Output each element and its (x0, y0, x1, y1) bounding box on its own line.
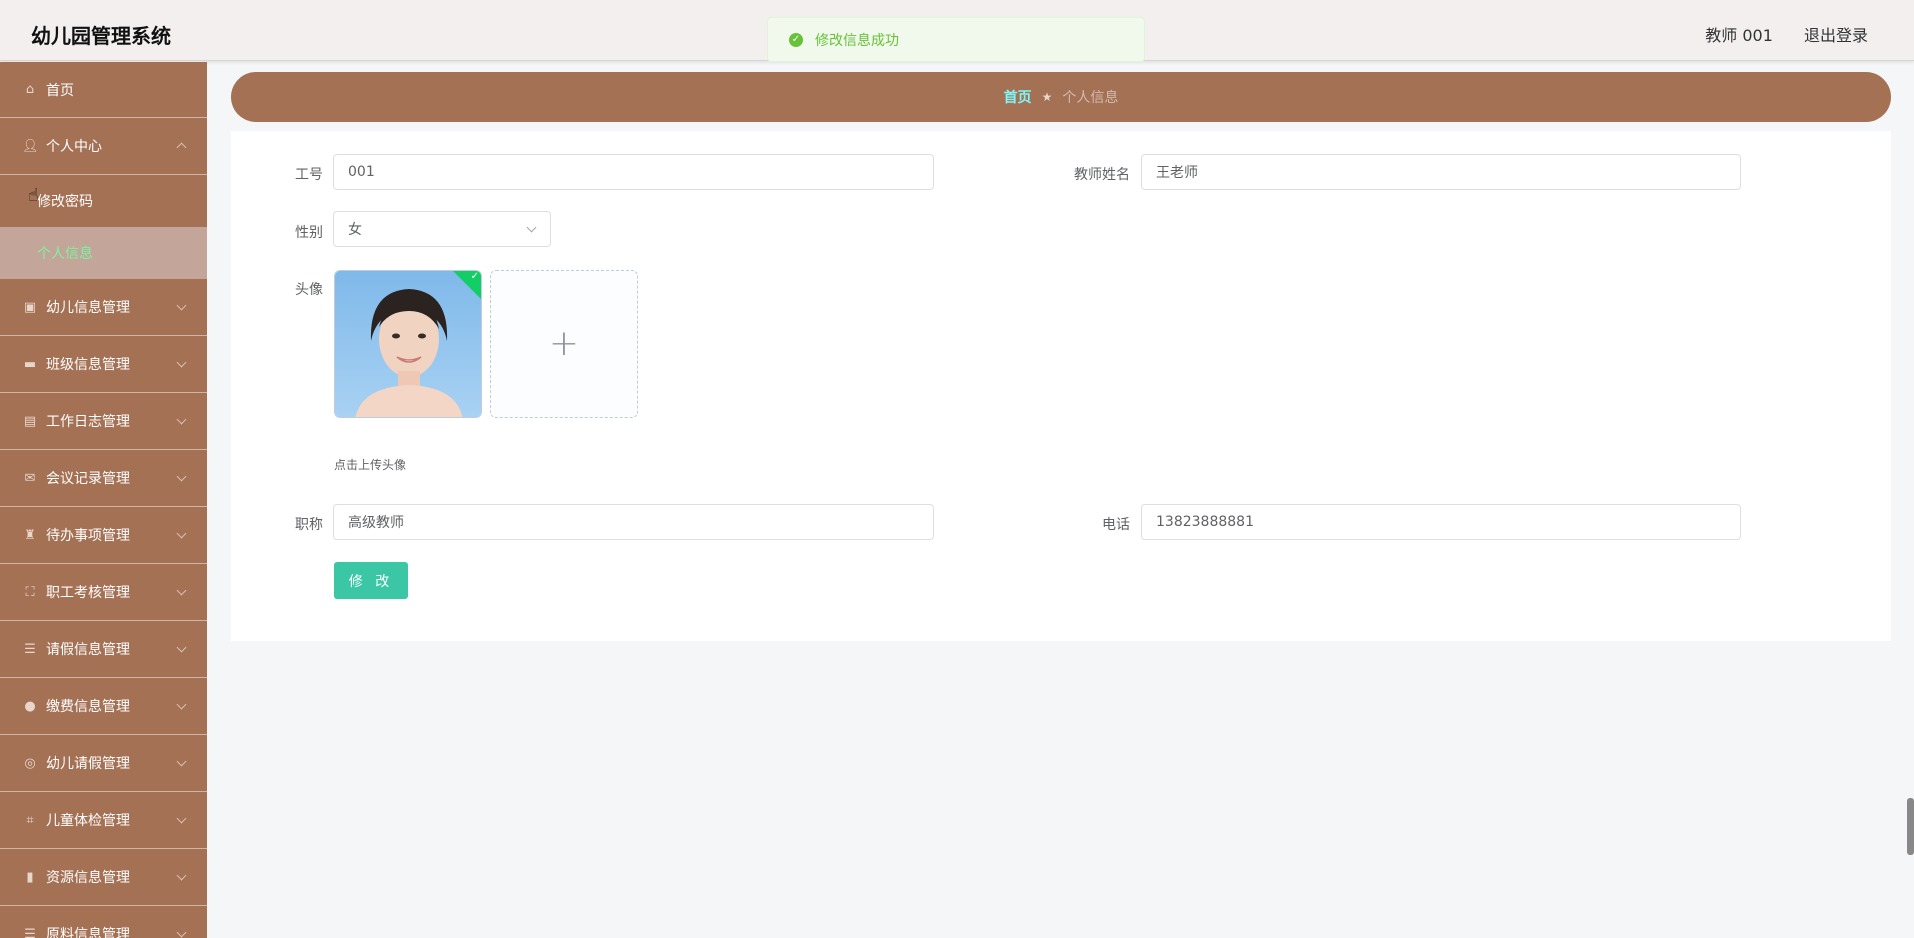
chevron-down-icon (176, 357, 187, 368)
job-no-label: 工号 (295, 167, 323, 183)
compass-icon: ◎ (24, 755, 36, 771)
job-no-input[interactable]: 001 (333, 154, 934, 190)
chevron-down-icon (176, 927, 187, 938)
home-icon: ⌂ (25, 82, 35, 97)
page-scrollbar[interactable] (1907, 798, 1914, 855)
sidebar-item-resource-info[interactable]: ▮ 资源信息管理 (0, 849, 207, 906)
sidebar-item-personal-center[interactable]: 👤︎ 个人中心 (0, 118, 207, 175)
user-area: 教师 001 退出登录 (1679, 22, 1868, 46)
avatar-upload-hint: 点击上传头像 (334, 458, 407, 472)
ticket-icon: ▬ (23, 356, 37, 372)
sidebar-item-label: 缴费信息管理 (46, 699, 130, 715)
teacher-name-label: 教师姓名 (1074, 167, 1130, 183)
sidebar-item-label: 幼儿请假管理 (46, 756, 130, 772)
list-icon: ☰ (24, 641, 36, 657)
sidebar-item-home[interactable]: ⌂ 首页 (0, 62, 207, 118)
sidebar-item-label: 待办事项管理 (46, 528, 130, 544)
mic-icon: ● (24, 698, 36, 714)
submit-button[interactable]: 修 改 (334, 562, 408, 599)
sidebar-item-label: 首页 (46, 82, 74, 99)
sidebar-item-label: 修改密码 (37, 194, 93, 210)
sidebar-item-label: 资源信息管理 (46, 870, 130, 886)
sidebar-item-work-log[interactable]: ▤ 工作日志管理 (0, 393, 207, 450)
success-toast: ✓ 修改信息成功 (767, 17, 1145, 62)
gender-select[interactable]: 女 (333, 211, 551, 247)
sidebar-item-label: 请假信息管理 (46, 642, 130, 658)
chevron-down-icon (526, 222, 537, 233)
sidebar-item-label: 儿童体检管理 (46, 813, 130, 829)
crop-icon: ⌗ (26, 812, 34, 828)
chevron-down-icon (176, 870, 187, 881)
chevron-down-icon (176, 300, 187, 311)
sidebar-item-label: 幼儿信息管理 (46, 300, 130, 316)
current-user-label: 教师 001 (1705, 26, 1773, 45)
check-icon: ✓ (470, 270, 479, 282)
sidebar-item-class-info[interactable]: ▬ 班级信息管理 (0, 336, 207, 393)
sidebar-item-health-check[interactable]: ⌗ 儿童体检管理 (0, 792, 207, 849)
chevron-up-icon (176, 142, 187, 153)
teacher-name-value: 王老师 (1156, 165, 1198, 181)
job-title-label: 职称 (295, 517, 323, 533)
sidebar-item-label: 个人中心 (46, 139, 102, 155)
logout-link[interactable]: 退出登录 (1804, 26, 1868, 45)
job-title-value: 高级教师 (348, 515, 404, 531)
gender-value: 女 (348, 222, 362, 238)
chevron-down-icon (176, 585, 187, 596)
bar-chart-icon: ▮ (26, 869, 34, 885)
sidebar-item-label: 职工考核管理 (46, 585, 130, 601)
sidebar-item-todo[interactable]: ♜ 待办事项管理 (0, 507, 207, 564)
app-title: 幼儿园管理系统 (31, 24, 171, 48)
personal-info-form: 工号 001 教师姓名 王老师 性别 女 头像 ✓ + 点击上传头像 职称 高级… (231, 131, 1891, 641)
sidebar-item-payment-info[interactable]: ● 缴费信息管理 (0, 678, 207, 735)
sidebar-item-child-info[interactable]: ▣ 幼儿信息管理 (0, 279, 207, 336)
list-icon: ☰ (24, 926, 36, 938)
sidebar-item-meeting-records[interactable]: ✉ 会议记录管理 (0, 450, 207, 507)
star-separator-icon: ★ (1041, 90, 1053, 104)
phone-input[interactable]: 13823888881 (1141, 504, 1741, 540)
sidebar-item-label: 班级信息管理 (46, 357, 130, 373)
chevron-down-icon (176, 699, 187, 710)
job-no-value: 001 (348, 164, 375, 180)
trophy-icon: ♜ (24, 527, 36, 543)
sidebar-item-label: 会议记录管理 (46, 471, 130, 487)
clipboard-icon: ▣ (23, 299, 37, 315)
toast-message: 修改信息成功 (815, 32, 899, 49)
sidebar-item-child-leave[interactable]: ◎ 幼儿请假管理 (0, 735, 207, 792)
chevron-down-icon (176, 528, 187, 539)
user-icon: 👤︎ (22, 138, 39, 154)
chevron-down-icon (176, 471, 187, 482)
sidebar-item-label: 个人信息 (37, 246, 93, 262)
chevron-down-icon (176, 756, 187, 767)
job-title-input[interactable]: 高级教师 (333, 504, 934, 540)
sidebar-item-label: 工作日志管理 (46, 414, 130, 430)
chevron-down-icon (176, 642, 187, 653)
sidebar-item-leave-info[interactable]: ☰ 请假信息管理 (0, 621, 207, 678)
phone-label: 电话 (1102, 517, 1130, 533)
notebook-icon: ▤ (23, 413, 37, 429)
chevron-down-icon (176, 813, 187, 824)
success-check-icon: ✓ (789, 32, 803, 47)
breadcrumb: 首页 ★ 个人信息 (231, 72, 1891, 122)
breadcrumb-home-link[interactable]: 首页 (1004, 87, 1032, 107)
avatar-label: 头像 (295, 282, 323, 298)
avatar-preview-image[interactable]: ✓ (334, 270, 482, 418)
sidebar-subitem-personal-info[interactable]: 个人信息 (0, 227, 207, 279)
avatar-upload-button[interactable]: + (490, 270, 638, 418)
phone-value: 13823888881 (1156, 514, 1254, 530)
gender-label: 性别 (295, 225, 323, 241)
plus-icon: + (548, 323, 580, 364)
chevron-down-icon (176, 414, 187, 425)
sidebar-item-label: 原料信息管理 (46, 927, 130, 938)
mouse-cursor-hand-icon: ☝ (28, 185, 39, 206)
breadcrumb-current: 个人信息 (1062, 90, 1119, 106)
avatar-photo (335, 271, 481, 417)
teacher-name-input[interactable]: 王老师 (1141, 154, 1741, 190)
mail-icon: ✉ (24, 470, 36, 486)
frame-icon: ⛶ (25, 584, 35, 600)
sidebar-item-staff-assessment[interactable]: ⛶ 职工考核管理 (0, 564, 207, 621)
sidebar-item-material-info[interactable]: ☰ 原料信息管理 (0, 906, 207, 938)
